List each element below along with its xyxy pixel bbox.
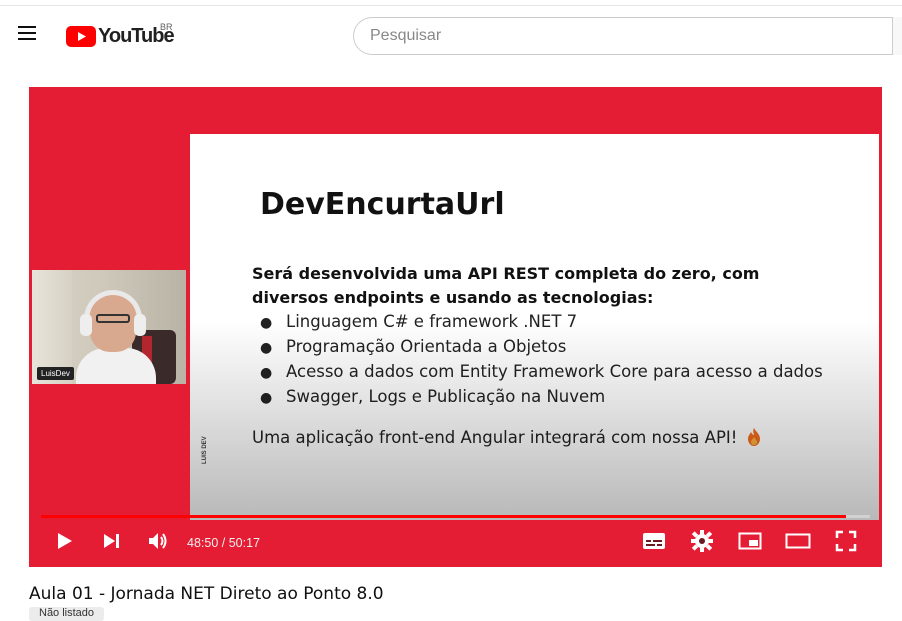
fire-icon [747,428,760,446]
theater-icon [785,533,811,549]
slide-bullet-list: ● Linguagem C# e framework .NET 7 ● Progra… [260,310,823,410]
theater-button[interactable] [780,523,816,559]
volume-button[interactable] [140,523,176,559]
miniplayer-icon [738,532,762,550]
progress-fill [41,515,846,518]
slide-footer: Uma aplicação front-end Angular integrar… [252,428,761,447]
slide-bullet: ● Acesso a dados com Entity Framework Cor… [260,362,823,381]
youtube-logo[interactable]: YouTube [66,24,175,48]
search-button[interactable] [892,17,902,55]
settings-button[interactable] [684,523,720,559]
slide-bullet: ● Programação Orientada a Objetos [260,337,567,356]
slide-watermark: LUIS DEV [202,436,208,464]
slide-bullet: ● Linguagem C# e framework .NET 7 [260,312,578,331]
player-controls: 48:50 / 50:17 [29,523,882,567]
search-input[interactable] [353,17,902,55]
menu-icon[interactable] [18,26,40,42]
next-icon [104,534,119,548]
youtube-logo-icon [66,25,96,47]
country-code: BR [160,22,173,32]
visibility-chip: Não listado [29,607,105,621]
video-player[interactable]: DevEncurtaUrl Será desenvolvida uma API … [29,87,882,567]
volume-icon [149,533,167,549]
next-button[interactable] [93,523,129,559]
fullscreen-icon [835,530,857,552]
slide-intro: Será desenvolvida uma API REST completa … [252,264,760,307]
play-icon [58,533,72,549]
slide-footer-text: Uma aplicação front-end Angular integrar… [252,428,738,447]
play-button[interactable] [46,523,82,559]
slide-title: DevEncurtaUrl [260,187,505,222]
webcam-label: LuisDev [37,367,74,380]
webcam-overlay: LuisDev [32,270,186,384]
video-title: Aula 01 - Jornada NET Direto ao Ponto 8.… [29,584,384,604]
time-display: 48:50 / 50:17 [187,536,260,550]
slide-bullet: ● Swagger, Logs e Publicação na Nuvem [260,387,606,406]
settings-icon [691,530,713,552]
fullscreen-button[interactable] [828,523,864,559]
masthead: YouTube BR [0,6,902,62]
miniplayer-button[interactable] [732,523,768,559]
subtitles-button[interactable] [636,523,672,559]
subtitles-icon [643,533,665,549]
slide: DevEncurtaUrl Será desenvolvida uma API … [190,134,879,520]
